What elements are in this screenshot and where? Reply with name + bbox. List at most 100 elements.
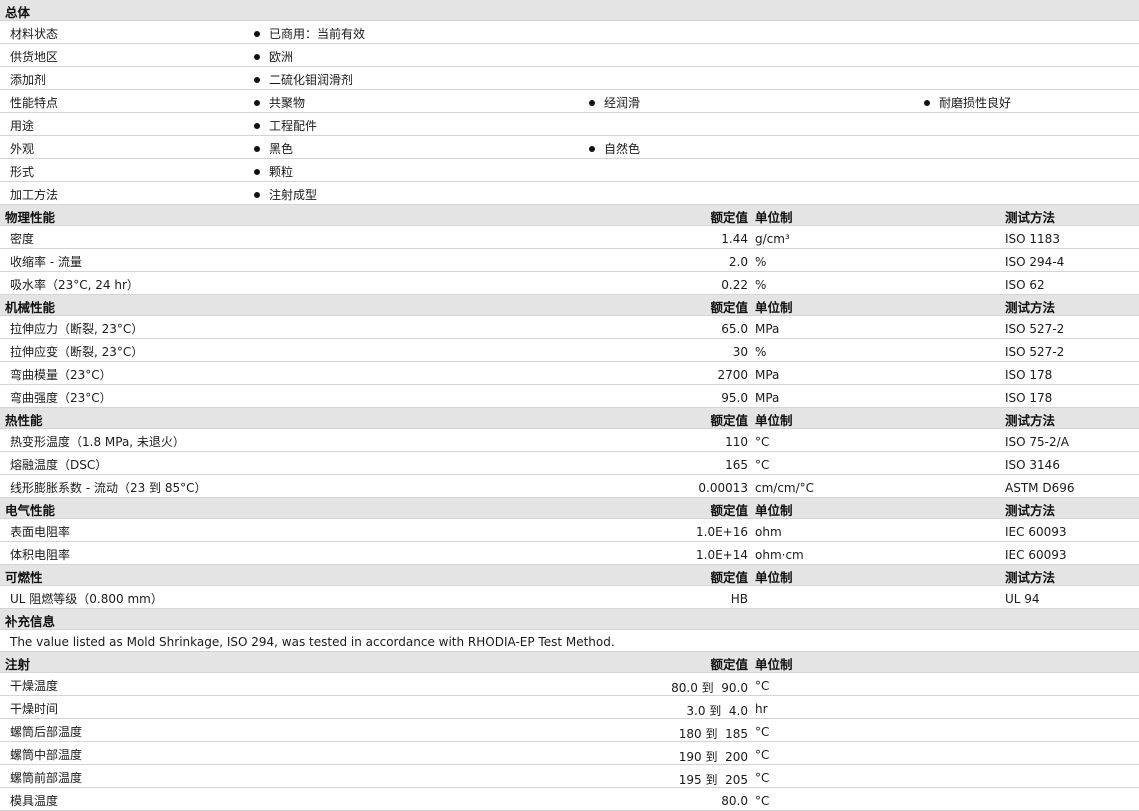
bullet-icon <box>254 168 260 175</box>
bullet-icon <box>254 145 260 152</box>
section-title: 可燃性 <box>5 570 43 585</box>
general-row: 外观 黑色 自然色 <box>0 136 1139 159</box>
general-row: 形式 颗粒 <box>0 159 1139 182</box>
property-value: 65.0 <box>721 322 748 336</box>
bullet-item: 二硫化钼润滑剂 <box>254 71 353 88</box>
property-label: 弯曲模量（23°C） <box>10 368 112 382</box>
row-label: 形式 <box>10 165 35 179</box>
bullet-icon <box>254 191 260 198</box>
property-label: 体积电阻率 <box>10 548 71 562</box>
section-title: 注射 <box>5 657 31 672</box>
property-unit: ohm <box>755 525 782 539</box>
bullet-icon <box>254 122 260 129</box>
property-unit: MPa <box>755 322 780 336</box>
property-test-method: ISO 75-2/A <box>1005 435 1069 449</box>
property-row: 弯曲强度（23°C） 95.0 MPa ISO 178 <box>0 385 1139 408</box>
col-header-unit: 单位制 <box>755 210 793 225</box>
general-row: 加工方法 注射成型 <box>0 182 1139 205</box>
property-test-method: ISO 1183 <box>1005 232 1060 246</box>
property-test-method: ISO 3146 <box>1005 458 1060 472</box>
bullet-icon <box>254 30 260 37</box>
col-header-value: 额定值 <box>710 210 748 225</box>
property-test-method: IEC 60093 <box>1005 548 1067 562</box>
property-value: 80.0 到 90.0 <box>671 681 748 695</box>
property-row: 螺筒前部温度 195 到 205 °C <box>0 765 1139 788</box>
section-title: 总体 <box>5 5 31 20</box>
property-row: 吸水率（23°C, 24 hr） 0.22 % ISO 62 <box>0 272 1139 295</box>
bullet-icon <box>589 145 595 152</box>
col-header-unit: 单位制 <box>755 413 793 428</box>
property-unit: °C <box>755 794 770 808</box>
col-header-test: 测试方法 <box>1005 300 1056 315</box>
property-test-method: ISO 178 <box>1005 391 1053 405</box>
property-value: 1.0E+14 <box>696 548 748 562</box>
property-value: 165 <box>725 458 748 472</box>
property-value: 3.0 到 4.0 <box>686 704 748 718</box>
bullet-item: 工程配件 <box>254 117 317 134</box>
col-header-value: 额定值 <box>710 657 748 672</box>
col-header-value: 额定值 <box>710 300 748 315</box>
property-label: 熔融温度（DSC） <box>10 458 108 472</box>
property-unit: g/cm³ <box>755 232 790 246</box>
property-test-method: ISO 294-4 <box>1005 255 1065 269</box>
property-value: 0.22 <box>721 278 748 292</box>
row-label: 材料状态 <box>10 27 59 41</box>
property-row: 干燥温度 80.0 到 90.0 °C <box>0 673 1139 696</box>
property-row: 螺筒中部温度 190 到 200 °C <box>0 742 1139 765</box>
property-unit: °C <box>755 679 770 693</box>
property-label: 螺筒中部温度 <box>10 748 83 762</box>
property-unit: % <box>755 255 767 269</box>
general-row: 材料状态 已商用：当前有效 <box>0 21 1139 44</box>
bullet-item: 已商用：当前有效 <box>254 25 365 42</box>
bullet-icon <box>254 99 260 106</box>
property-label: 干燥温度 <box>10 679 59 693</box>
property-unit: MPa <box>755 368 780 382</box>
property-label: 模具温度 <box>10 794 59 808</box>
bullet-icon <box>924 99 930 106</box>
section-title: 补充信息 <box>5 614 56 629</box>
property-unit: MPa <box>755 391 780 405</box>
property-test-method: UL 94 <box>1005 592 1040 606</box>
general-row: 用途 工程配件 <box>0 113 1139 136</box>
property-label: 线形膨胀系数 - 流动（23 到 85°C） <box>10 481 207 495</box>
col-header-test: 测试方法 <box>1005 503 1056 518</box>
row-label: 添加剂 <box>10 73 47 87</box>
property-label: 弯曲强度（23°C） <box>10 391 112 405</box>
general-row: 性能特点 共聚物 经润滑 耐磨损性良好 <box>0 90 1139 113</box>
supplement-row: The value listed as Mold Shrinkage, ISO … <box>0 630 1139 652</box>
property-test-method: ASTM D696 <box>1005 481 1075 495</box>
property-label: 吸水率（23°C, 24 hr） <box>10 278 139 292</box>
section-header-supplement: 补充信息 <box>0 609 1139 630</box>
property-value: 1.0E+16 <box>696 525 748 539</box>
section-header-flammability: 可燃性 额定值 单位制 测试方法 <box>0 565 1139 586</box>
row-label: 性能特点 <box>10 96 59 110</box>
section-title: 电气性能 <box>5 503 56 518</box>
property-label: 干燥时间 <box>10 702 59 716</box>
property-unit: ohm·cm <box>755 548 804 562</box>
property-label: 收缩率 - 流量 <box>10 255 82 269</box>
property-row: 拉伸应变（断裂, 23°C） 30 % ISO 527-2 <box>0 339 1139 362</box>
property-test-method: IEC 60093 <box>1005 525 1067 539</box>
bullet-item: 欧洲 <box>254 48 293 65</box>
property-row: 模具温度 80.0 °C <box>0 788 1139 811</box>
bullet-icon <box>254 76 260 83</box>
bullet-item: 自然色 <box>589 140 640 157</box>
row-label: 加工方法 <box>10 188 59 202</box>
property-value: 2700 <box>717 368 748 382</box>
property-row: 热变形温度（1.8 MPa, 未退火） 110 °C ISO 75-2/A <box>0 429 1139 452</box>
bullet-item: 耐磨损性良好 <box>924 94 1011 111</box>
property-label: 螺筒后部温度 <box>10 725 83 739</box>
section-header-thermal: 热性能 额定值 单位制 测试方法 <box>0 408 1139 429</box>
property-unit: % <box>755 345 767 359</box>
property-value: HB <box>730 592 748 606</box>
property-row: 体积电阻率 1.0E+14 ohm·cm IEC 60093 <box>0 542 1139 565</box>
property-value: 190 到 200 <box>678 750 748 764</box>
row-label: 用途 <box>10 119 35 133</box>
property-value: 2.0 <box>728 255 748 269</box>
col-header-unit: 单位制 <box>755 503 793 518</box>
section-header-mechanical: 机械性能 额定值 单位制 测试方法 <box>0 295 1139 316</box>
property-unit: °C <box>755 435 770 449</box>
bullet-item: 共聚物 <box>254 94 305 111</box>
general-row: 供货地区 欧洲 <box>0 44 1139 67</box>
property-row: 弯曲模量（23°C） 2700 MPa ISO 178 <box>0 362 1139 385</box>
